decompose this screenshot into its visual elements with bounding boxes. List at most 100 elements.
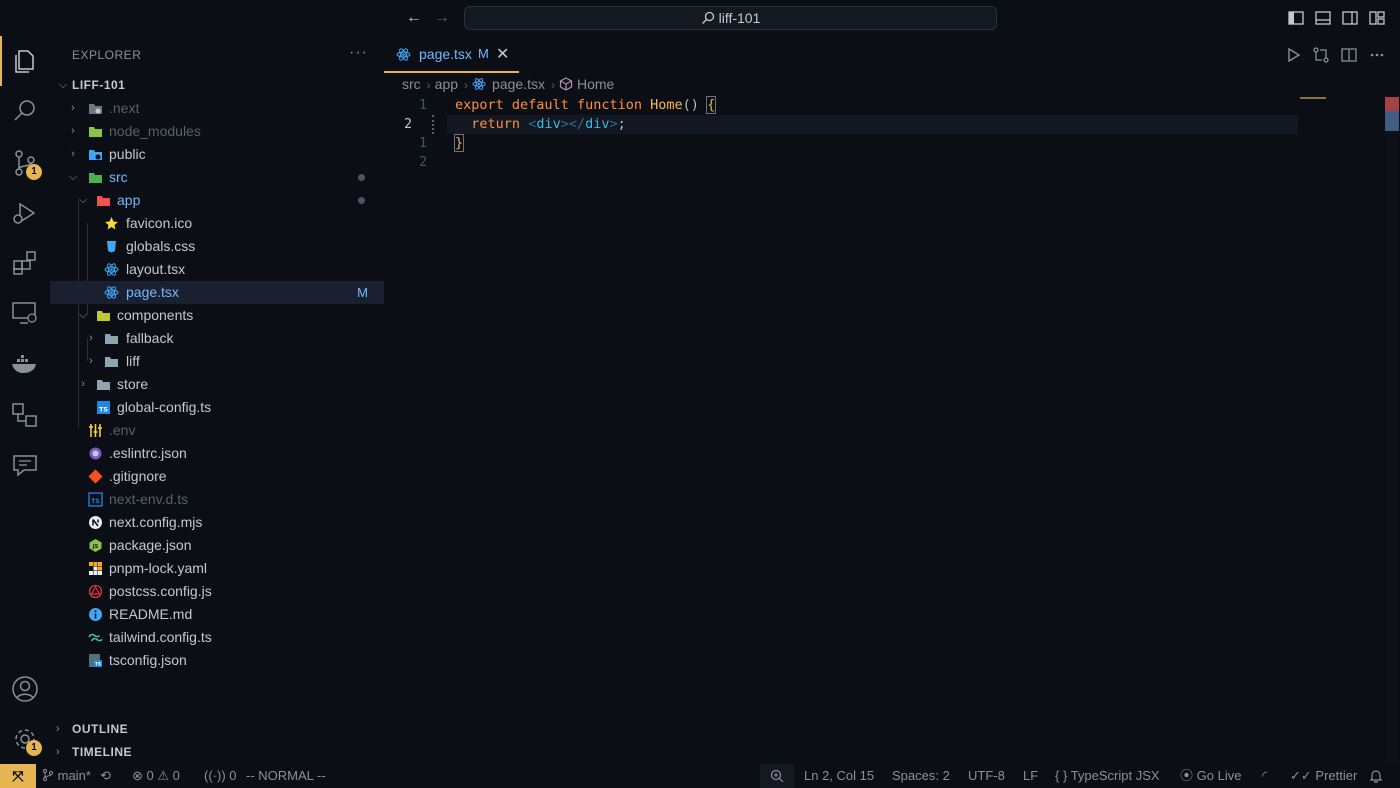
run-debug-icon[interactable] — [10, 198, 40, 228]
tree-item-fallback[interactable]: › fallback — [50, 327, 384, 350]
file-name: layout.tsx — [126, 261, 186, 277]
code-line-1[interactable]: export default function Home() { — [455, 96, 717, 115]
modified-dot — [358, 197, 365, 204]
tree-item-eslintrc[interactable]: .eslintrc.json — [50, 442, 384, 465]
tree-item-layout-tsx[interactable]: layout.tsx — [50, 258, 384, 281]
customize-layout-icon[interactable] — [1369, 10, 1385, 26]
vertical-scrollbar[interactable] — [1385, 96, 1399, 764]
info-icon — [89, 608, 102, 621]
file-name: src — [109, 169, 128, 185]
account-icon[interactable] — [10, 674, 40, 704]
split-view-icon[interactable] — [10, 400, 40, 430]
tree-item-page-tsx[interactable]: page.tsx M — [50, 281, 384, 304]
back-arrow-icon[interactable]: ← — [404, 8, 424, 28]
toggle-panel-icon[interactable] — [1315, 10, 1331, 26]
docker-icon[interactable] — [10, 349, 40, 379]
punctuation: </ — [568, 116, 586, 132]
file-name: next.config.mjs — [109, 514, 203, 530]
breadcrumb-item[interactable]: Home — [577, 76, 614, 92]
breadcrumb-separator-icon: › — [550, 78, 555, 92]
forward-arrow-icon[interactable]: → — [432, 8, 452, 28]
keyword: default — [511, 97, 569, 113]
search-view-icon[interactable] — [10, 96, 40, 126]
code-line-3[interactable]: } — [453, 134, 465, 153]
ports-status[interactable]: ((·)) 0 — [204, 764, 237, 788]
tree-item-gitignore[interactable]: .gitignore — [50, 465, 384, 488]
minimap[interactable] — [1300, 97, 1326, 99]
tree-item-pnpm-lock[interactable]: pnpm-lock.yaml — [50, 557, 384, 580]
file-name: .env — [109, 422, 136, 438]
tab-page-tsx[interactable]: page.tsx M ✕ — [384, 36, 519, 73]
chevron-right-icon: › — [56, 723, 61, 735]
jsx-tag: div — [585, 116, 610, 132]
split-editor-icon[interactable] — [1340, 46, 1358, 64]
prettier-status[interactable]: ✓✓ Prettier — [1290, 764, 1357, 788]
encoding[interactable]: UTF-8 — [968, 764, 1005, 788]
breadcrumb-item[interactable]: app — [435, 76, 458, 92]
outline-section-header[interactable]: › OUTLINE — [50, 718, 384, 741]
breadcrumb-item[interactable]: page.tsx — [492, 76, 545, 92]
svg-text:TS: TS — [95, 662, 101, 668]
extensions-icon[interactable] — [10, 248, 40, 278]
tree-item-readme[interactable]: README.md — [50, 603, 384, 626]
end-of-line[interactable]: LF — [1023, 764, 1038, 788]
compare-changes-icon[interactable] — [1312, 46, 1330, 64]
tree-item-tailwind-config[interactable]: tailwind.config.ts — [50, 626, 384, 649]
tree-item-src[interactable]: ⌵ src — [50, 166, 384, 189]
chat-icon[interactable] — [10, 450, 40, 480]
code-line-2[interactable]: return <div></div>; — [455, 115, 626, 134]
tree-item-public[interactable]: › public — [50, 143, 384, 166]
activity-bar: 1 1 — [0, 36, 50, 764]
toggle-secondary-sidebar-icon[interactable] — [1342, 10, 1358, 26]
language-mode[interactable]: { } TypeScript JSX — [1055, 764, 1160, 788]
chevron-right-icon: › — [89, 355, 93, 367]
tree-item-app[interactable]: ⌵ app — [50, 189, 384, 212]
tree-item-tsconfig[interactable]: TS tsconfig.json — [50, 649, 384, 672]
tree-item-node-modules[interactable]: › node_modules — [50, 120, 384, 143]
breadcrumb-item[interactable]: src — [402, 76, 421, 92]
remote-explorer-icon[interactable] — [10, 298, 40, 328]
branch-status[interactable]: main* — [42, 764, 91, 788]
tree-item-globals-css[interactable]: globals.css — [50, 235, 384, 258]
tree-item-next-env[interactable]: TS next-env.d.ts — [50, 488, 384, 511]
react-file-icon — [472, 78, 486, 90]
remote-indicator[interactable]: ⤧ — [0, 764, 36, 788]
file-name: pnpm-lock.yaml — [109, 560, 208, 576]
tree-item-store[interactable]: › store — [50, 373, 384, 396]
tailwind-file-icon — [88, 633, 103, 642]
tree-item-package-json[interactable]: JS package.json — [50, 534, 384, 557]
sync-icon[interactable]: ⟲ — [100, 764, 111, 788]
notifications-bell-icon[interactable] — [1369, 769, 1383, 783]
indentation[interactable]: Spaces: 2 — [892, 764, 950, 788]
tree-item-env[interactable]: .env — [50, 419, 384, 442]
explorer-icon[interactable] — [10, 46, 40, 76]
toggle-primary-sidebar-icon[interactable] — [1288, 10, 1304, 26]
more-actions-icon[interactable] — [1368, 46, 1386, 64]
file-name: app — [117, 192, 141, 208]
tree-item-next[interactable]: › .next — [50, 97, 384, 120]
go-live-button[interactable]: ⦿ Go Live — [1180, 764, 1241, 788]
cursor-position[interactable]: Ln 2, Col 15 — [804, 764, 874, 788]
function-symbol-icon — [559, 77, 573, 91]
breadcrumb-separator-icon: › — [464, 78, 469, 92]
problems-status[interactable]: ⊗ 0 ⚠ 0 — [132, 764, 180, 788]
tree-item-components[interactable]: ⌵ components — [50, 304, 384, 327]
typescript-def-icon: TS — [88, 492, 103, 507]
line-number: 1 — [419, 98, 427, 113]
tree-item-next-config[interactable]: next.config.mjs — [50, 511, 384, 534]
tree-item-postcss-config[interactable]: postcss.config.js — [50, 580, 384, 603]
command-center-search[interactable]: liff-101 — [464, 6, 997, 30]
tree-item-liff[interactable]: › liff — [50, 350, 384, 373]
run-icon[interactable] — [1284, 46, 1302, 64]
chevron-right-icon: › — [81, 378, 85, 390]
close-icon[interactable]: ✕ — [496, 44, 509, 64]
timeline-section-header[interactable]: › TIMELINE — [50, 741, 384, 764]
file-name: .next — [109, 100, 140, 116]
explorer-more-actions[interactable]: ··· — [349, 44, 368, 62]
file-name: favicon.ico — [126, 215, 193, 231]
pnpm-file-icon — [89, 562, 102, 575]
tree-item-global-config[interactable]: TS global-config.ts — [50, 396, 384, 419]
punctuation: ; — [617, 116, 626, 132]
tree-item-favicon[interactable]: favicon.ico — [50, 212, 384, 235]
workspace-root[interactable]: ⌵ LIFF-101 — [50, 74, 384, 97]
